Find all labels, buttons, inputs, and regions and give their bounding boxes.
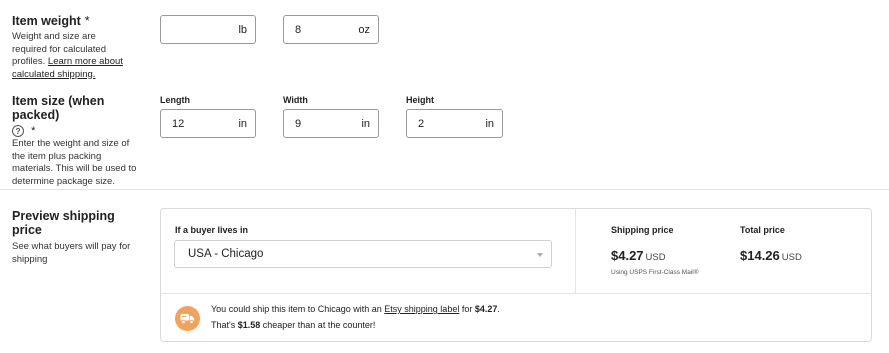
length-input[interactable]: 12 in [160,109,256,138]
preview-description: See what buyers will pay for shipping [12,241,131,265]
required-marker: * [31,125,36,137]
weight-lb-input[interactable]: lb [160,15,256,44]
length-unit: in [238,118,247,130]
length-label: Length [160,95,190,105]
item-size-description: Enter the weight and size of the item pl… [12,138,137,187]
length-value: 12 [172,118,185,130]
savings-amount: $1.58 [237,320,261,330]
location-label: If a buyer lives in [175,225,249,235]
total-price-label: Total price [740,225,785,235]
truck-icon [175,306,200,331]
promo-amount: $4.27 [474,304,498,314]
weight-oz-value: 8 [295,24,302,36]
total-price-amount: $14.26 [740,248,780,263]
weight-oz-unit: oz [358,24,370,36]
width-label: Width [283,95,308,105]
weight-oz-input[interactable]: 8 oz [283,15,379,44]
width-input[interactable]: 9 in [283,109,379,138]
preview-section-header: Preview shipping price See what buyers w… [12,209,147,266]
shipping-price: $4.27 USD [611,247,666,265]
shipping-preview-card: If a buyer lives in USA - Chicago Shippi… [160,208,872,342]
location-select[interactable]: USA - Chicago [174,240,552,268]
shipping-price-label: Shipping price [611,225,674,235]
location-value: USA - Chicago [188,248,264,260]
height-value: 2 [418,118,425,130]
etsy-shipping-label-link[interactable]: Etsy shipping label [384,304,459,314]
shipping-price-amount: $4.27 [611,248,644,263]
total-price-currency: USD [781,252,802,263]
item-weight-description: Weight and size are required for calcula… [12,31,123,80]
required-marker: * [84,14,90,28]
section-divider [0,189,889,190]
weight-lb-unit: lb [238,24,247,36]
promo-line-2: That's $1.58 cheaper than at the counter… [211,320,376,330]
item-size-section: Item size (when packed) ? * Enter the we… [12,94,152,188]
card-divider-vertical [575,209,576,293]
item-size-help-row: ? * [12,125,152,137]
width-value: 9 [295,118,302,130]
promo-line-1: You could ship this item to Chicago with… [211,304,500,314]
help-circle-icon[interactable]: ? [12,125,24,137]
width-unit: in [361,118,370,130]
chevron-down-icon [537,253,543,257]
card-divider-horizontal [161,293,871,294]
preview-title: Preview shipping price [12,209,115,237]
item-weight-title: Item weight * [12,14,90,28]
shipping-price-currency: USD [645,252,666,263]
item-weight-section: Item weight * Weight and size are require… [12,14,142,81]
height-label: Height [406,95,434,105]
item-size-title: Item size (when packed) [12,94,105,122]
height-input[interactable]: 2 in [406,109,503,138]
carrier-note: Using USPS First-Class Mail® [611,269,699,276]
total-price: $14.26 USD [740,247,802,265]
height-unit: in [485,118,494,130]
